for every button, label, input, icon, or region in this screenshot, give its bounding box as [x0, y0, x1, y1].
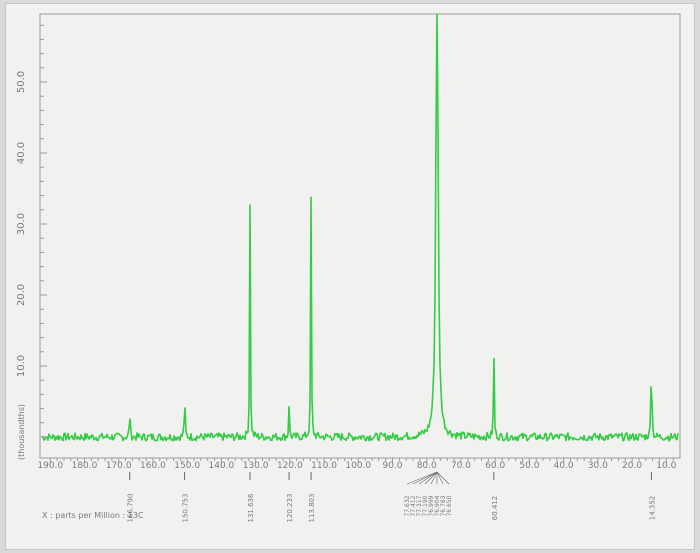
x-tick-label: 170.0	[106, 461, 132, 471]
solvent-marker	[424, 471, 438, 485]
y-tick-label: 40.0	[16, 142, 27, 164]
x-tick-label: 70.0	[451, 461, 471, 471]
peak-label: 14.352	[648, 496, 656, 521]
x-tick-label: 90.0	[382, 461, 402, 471]
peak-label: 120.233	[286, 494, 294, 523]
y-tick-label: 50.0	[16, 71, 27, 93]
peak-label: 113.803	[308, 494, 316, 523]
nmr-spectrum-chart: 190.0 180.0 170.0 160.0 150.0 140.0 130.0 120.0…	[16, 13, 681, 523]
x-tick-label: 30.0	[588, 461, 608, 471]
plot-frame	[39, 13, 681, 459]
y-tick-label: 30.0	[16, 213, 27, 235]
peak-label: 150.753	[182, 494, 190, 523]
peak-labels: 166.790 150.753 131.636 120.233 113.803 60.41…	[127, 471, 656, 523]
x-axis: 190.0 180.0 170.0 160.0 150.0 140.0 130.0 120.0…	[37, 457, 680, 471]
y-axis-label: (thousandths)	[17, 404, 26, 460]
peak-label: 131.636	[247, 493, 255, 522]
x-tick-label: 100.0	[345, 461, 371, 471]
x-tick-label: 60.0	[485, 461, 505, 471]
x-tick-label: 140.0	[209, 461, 235, 471]
solvent-marker	[436, 471, 444, 485]
photo-of-monitor: 190.0 180.0 170.0 160.0 150.0 140.0 130.0 120.0…	[0, 0, 700, 553]
spectrum-line	[41, 13, 679, 442]
x-tick-label: 20.0	[622, 461, 642, 471]
x-tick-label: 160.0	[140, 461, 166, 471]
x-tick-label: 120.0	[277, 461, 303, 471]
axes	[39, 13, 681, 459]
y-tick-label: 20.0	[16, 284, 27, 306]
peak-label: 60.412	[491, 496, 499, 521]
x-tick-label: 80.0	[417, 461, 437, 471]
x-tick-label: 130.0	[243, 461, 269, 471]
y-axis: 10.0 20.0 30.0 40.0 50.0	[16, 24, 47, 438]
x-axis-label: X : parts per Million : 13C	[42, 511, 144, 520]
x-tick-label: 190.0	[37, 461, 63, 471]
y-tick-label: 10.0	[16, 355, 27, 377]
solvent-marker	[436, 471, 450, 485]
x-tick-label: 50.0	[519, 461, 539, 471]
x-tick-label: 110.0	[311, 461, 337, 471]
x-tick-label: 40.0	[554, 461, 574, 471]
x-tick-label: 150.0	[174, 461, 200, 471]
solvent-peak-label: 76.650	[446, 495, 453, 516]
x-tick-label: 10.0	[656, 461, 676, 471]
spectrum-trace	[41, 13, 679, 442]
solvent-marker	[412, 471, 438, 485]
x-tick-label: 180.0	[72, 461, 98, 471]
